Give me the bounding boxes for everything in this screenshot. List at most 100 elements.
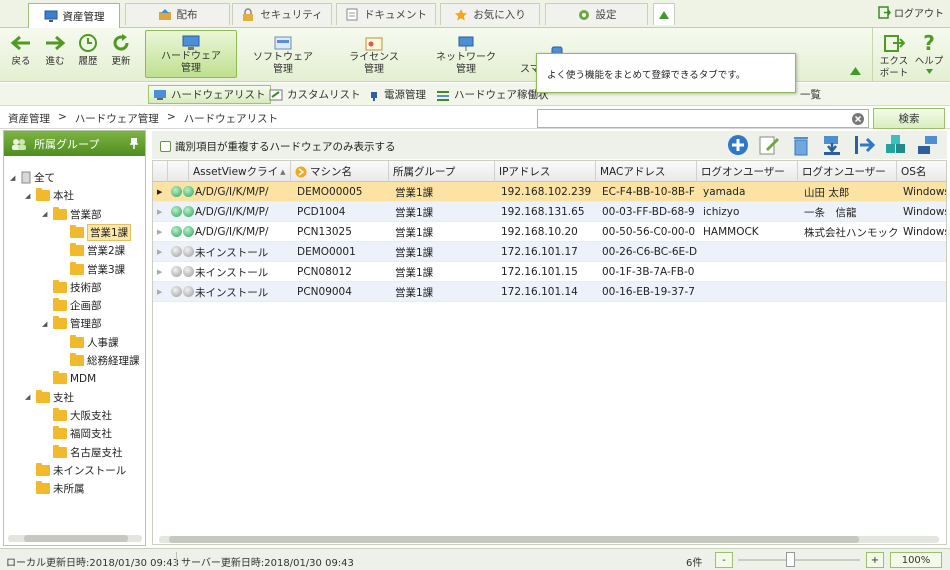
- star-icon: [454, 8, 468, 22]
- tree-scrollbar[interactable]: [8, 535, 142, 542]
- tree-item[interactable]: ◢ 支社: [25, 389, 74, 406]
- arrow-right-icon: [42, 30, 68, 56]
- tree-item[interactable]: MDM: [42, 370, 96, 387]
- tree-item[interactable]: 営業2課: [59, 242, 125, 259]
- tree-item[interactable]: 総務経理課: [59, 352, 140, 369]
- hardware-management-button[interactable]: ハードウェア 管理: [145, 30, 237, 78]
- pin-icon[interactable]: [129, 137, 139, 149]
- tree-item[interactable]: 営業1課: [59, 223, 132, 241]
- header-logon-username[interactable]: ログオンユーザー: [798, 161, 897, 182]
- hardware-usage-tab[interactable]: ハードウェア稼働状: [432, 85, 553, 104]
- zoom-out-button[interactable]: -: [715, 552, 733, 568]
- header-logon-user[interactable]: ログオンユーザー: [697, 161, 798, 182]
- edit-button[interactable]: [757, 133, 781, 157]
- hardware-management-label: ハードウェア 管理: [161, 51, 221, 74]
- tab-settings[interactable]: 設定: [545, 3, 648, 25]
- group-assign-button[interactable]: [884, 133, 908, 157]
- hardware-list-tab[interactable]: ハードウェアリスト: [148, 85, 271, 104]
- delete-button[interactable]: [789, 133, 813, 157]
- custom-list-label: カスタムリスト: [287, 89, 361, 101]
- tree-toggle-icon[interactable]: ◢: [25, 192, 33, 200]
- tree-item[interactable]: ◢ 営業部: [42, 206, 102, 223]
- tree-item[interactable]: ◢ 全て: [10, 169, 55, 186]
- tree-item[interactable]: 未所属: [25, 480, 85, 497]
- breadcrumb-item-asset[interactable]: 資産管理: [8, 111, 50, 126]
- header-ip[interactable]: IPアドレス: [495, 161, 596, 182]
- history-button[interactable]: 履歴: [73, 30, 103, 68]
- tree-item[interactable]: ◢ 管理部: [42, 315, 102, 332]
- header-machine[interactable]: マシン名: [291, 161, 389, 182]
- license-icon: [365, 37, 383, 51]
- header-group[interactable]: 所属グループ: [389, 161, 495, 182]
- tree-item[interactable]: 人事課: [59, 334, 119, 351]
- header-row-indicator: [153, 161, 168, 182]
- cell-user: [699, 282, 800, 302]
- tree-item[interactable]: 企画部: [42, 297, 102, 314]
- export-button[interactable]: エクス ポート: [876, 30, 912, 80]
- tree-item[interactable]: 未インストール: [25, 462, 126, 479]
- help-label: ヘルプ: [914, 56, 944, 67]
- power-management-tab[interactable]: 電源管理: [364, 85, 430, 104]
- refresh-button[interactable]: 更新: [106, 30, 136, 68]
- tab-document[interactable]: ドキュメント: [336, 3, 436, 25]
- network-management-button[interactable]: ネットワーク 管理: [420, 30, 512, 78]
- tree-toggle-icon[interactable]: ◢: [42, 320, 50, 328]
- download-button[interactable]: [821, 133, 845, 157]
- row-indicator-icon: ▶: [157, 248, 163, 256]
- duplicate-checkbox[interactable]: [160, 141, 171, 152]
- zoom-slider-thumb[interactable]: [786, 552, 795, 567]
- logout-button[interactable]: ログアウト: [878, 5, 944, 20]
- network-scan-button[interactable]: [915, 133, 939, 157]
- tree-item[interactable]: 技術部: [42, 279, 102, 296]
- power-management-label: 電源管理: [384, 89, 426, 101]
- cell-mac: 00-03-FF-BD-68-9: [602, 206, 695, 218]
- export-label: エクス ポート: [879, 56, 909, 79]
- tree-scrollbar-thumb[interactable]: [24, 535, 128, 542]
- table-row[interactable]: ▶ 未インストール PCN08012 営業1課 172.16.101.15 00-1F-3…: [153, 262, 946, 282]
- collapse-tabs-button[interactable]: [653, 3, 675, 25]
- zoom-slider[interactable]: [738, 559, 860, 561]
- tree-item[interactable]: 大阪支社: [42, 407, 112, 424]
- license-management-button[interactable]: ライセンス 管理: [330, 30, 418, 78]
- tab-favorites[interactable]: お気に入り: [440, 3, 540, 25]
- table-row[interactable]: ▶ 未インストール PCN09004 営業1課 172.16.101.14 00-16-E…: [153, 282, 946, 302]
- table-scrollbar-thumb[interactable]: [169, 536, 859, 543]
- table-row[interactable]: ▶ A/D/G/I/K/M/P/PCD1004 営業1課 192.168.131.65…: [153, 202, 946, 222]
- search-input[interactable]: [537, 109, 869, 128]
- list-tab[interactable]: 一覧: [796, 85, 825, 104]
- software-management-button[interactable]: ソフトウェア 管理: [238, 30, 328, 78]
- tree-item[interactable]: ◢ 本社: [25, 187, 74, 204]
- clear-icon[interactable]: [852, 113, 864, 125]
- move-button[interactable]: [852, 133, 876, 157]
- header-status[interactable]: [168, 161, 189, 182]
- table-row[interactable]: ▶ 未インストール DEMO0001 営業1課 172.16.101.17 00-26-C…: [153, 242, 946, 262]
- tree-item[interactable]: 営業3課: [59, 261, 125, 278]
- table-row[interactable]: ▶ A/D/G/I/K/M/P/PCN13025 営業1課 192.168.10.20…: [153, 222, 946, 242]
- tree-toggle-icon[interactable]: ◢: [42, 210, 50, 218]
- add-button[interactable]: [726, 133, 750, 157]
- forward-button[interactable]: 進む: [40, 30, 70, 68]
- back-button[interactable]: 戻る: [6, 30, 36, 68]
- tab-label: 配布: [176, 9, 198, 21]
- header-os[interactable]: OS名: [897, 161, 946, 182]
- tree-item[interactable]: 名古屋支社: [42, 444, 123, 461]
- tab-asset-management[interactable]: 資産管理: [28, 3, 120, 28]
- help-button[interactable]: ? ヘルプ: [914, 30, 944, 75]
- breadcrumb-item-hardware[interactable]: ハードウェア管理: [75, 111, 159, 126]
- tree-toggle-icon[interactable]: ◢: [10, 174, 18, 182]
- zoom-in-button[interactable]: +: [866, 552, 884, 568]
- zoom-level[interactable]: 100%: [890, 552, 942, 568]
- tab-distribution[interactable]: 配布: [125, 3, 230, 25]
- tree-item[interactable]: 福岡支社: [42, 425, 112, 442]
- collapse-ribbon-icon[interactable]: [849, 66, 862, 76]
- custom-list-tab[interactable]: カスタムリスト: [265, 85, 365, 104]
- header-mac[interactable]: MACアドレス: [596, 161, 697, 182]
- group-tree-panel: 所属グループ ◢ 全て ◢ 本社 ◢ 営業部 営業1課 営業2課 営業3課 技術部 企画部 ◢ 管理部人…: [3, 130, 146, 546]
- search-button[interactable]: 検索: [873, 108, 945, 129]
- tab-security[interactable]: セキュリティ: [232, 3, 332, 25]
- header-client[interactable]: AssetViewクライ ▲: [189, 161, 291, 182]
- table-row[interactable]: ▶ A/D/G/I/K/M/P/DEMO00005 営業1課 192.168.102.…: [153, 182, 946, 202]
- duplicate-filter[interactable]: 識別項目が重複するハードウェアのみ表示する: [160, 139, 396, 154]
- table-scrollbar[interactable]: [159, 536, 939, 543]
- tree-toggle-icon[interactable]: ◢: [25, 393, 33, 401]
